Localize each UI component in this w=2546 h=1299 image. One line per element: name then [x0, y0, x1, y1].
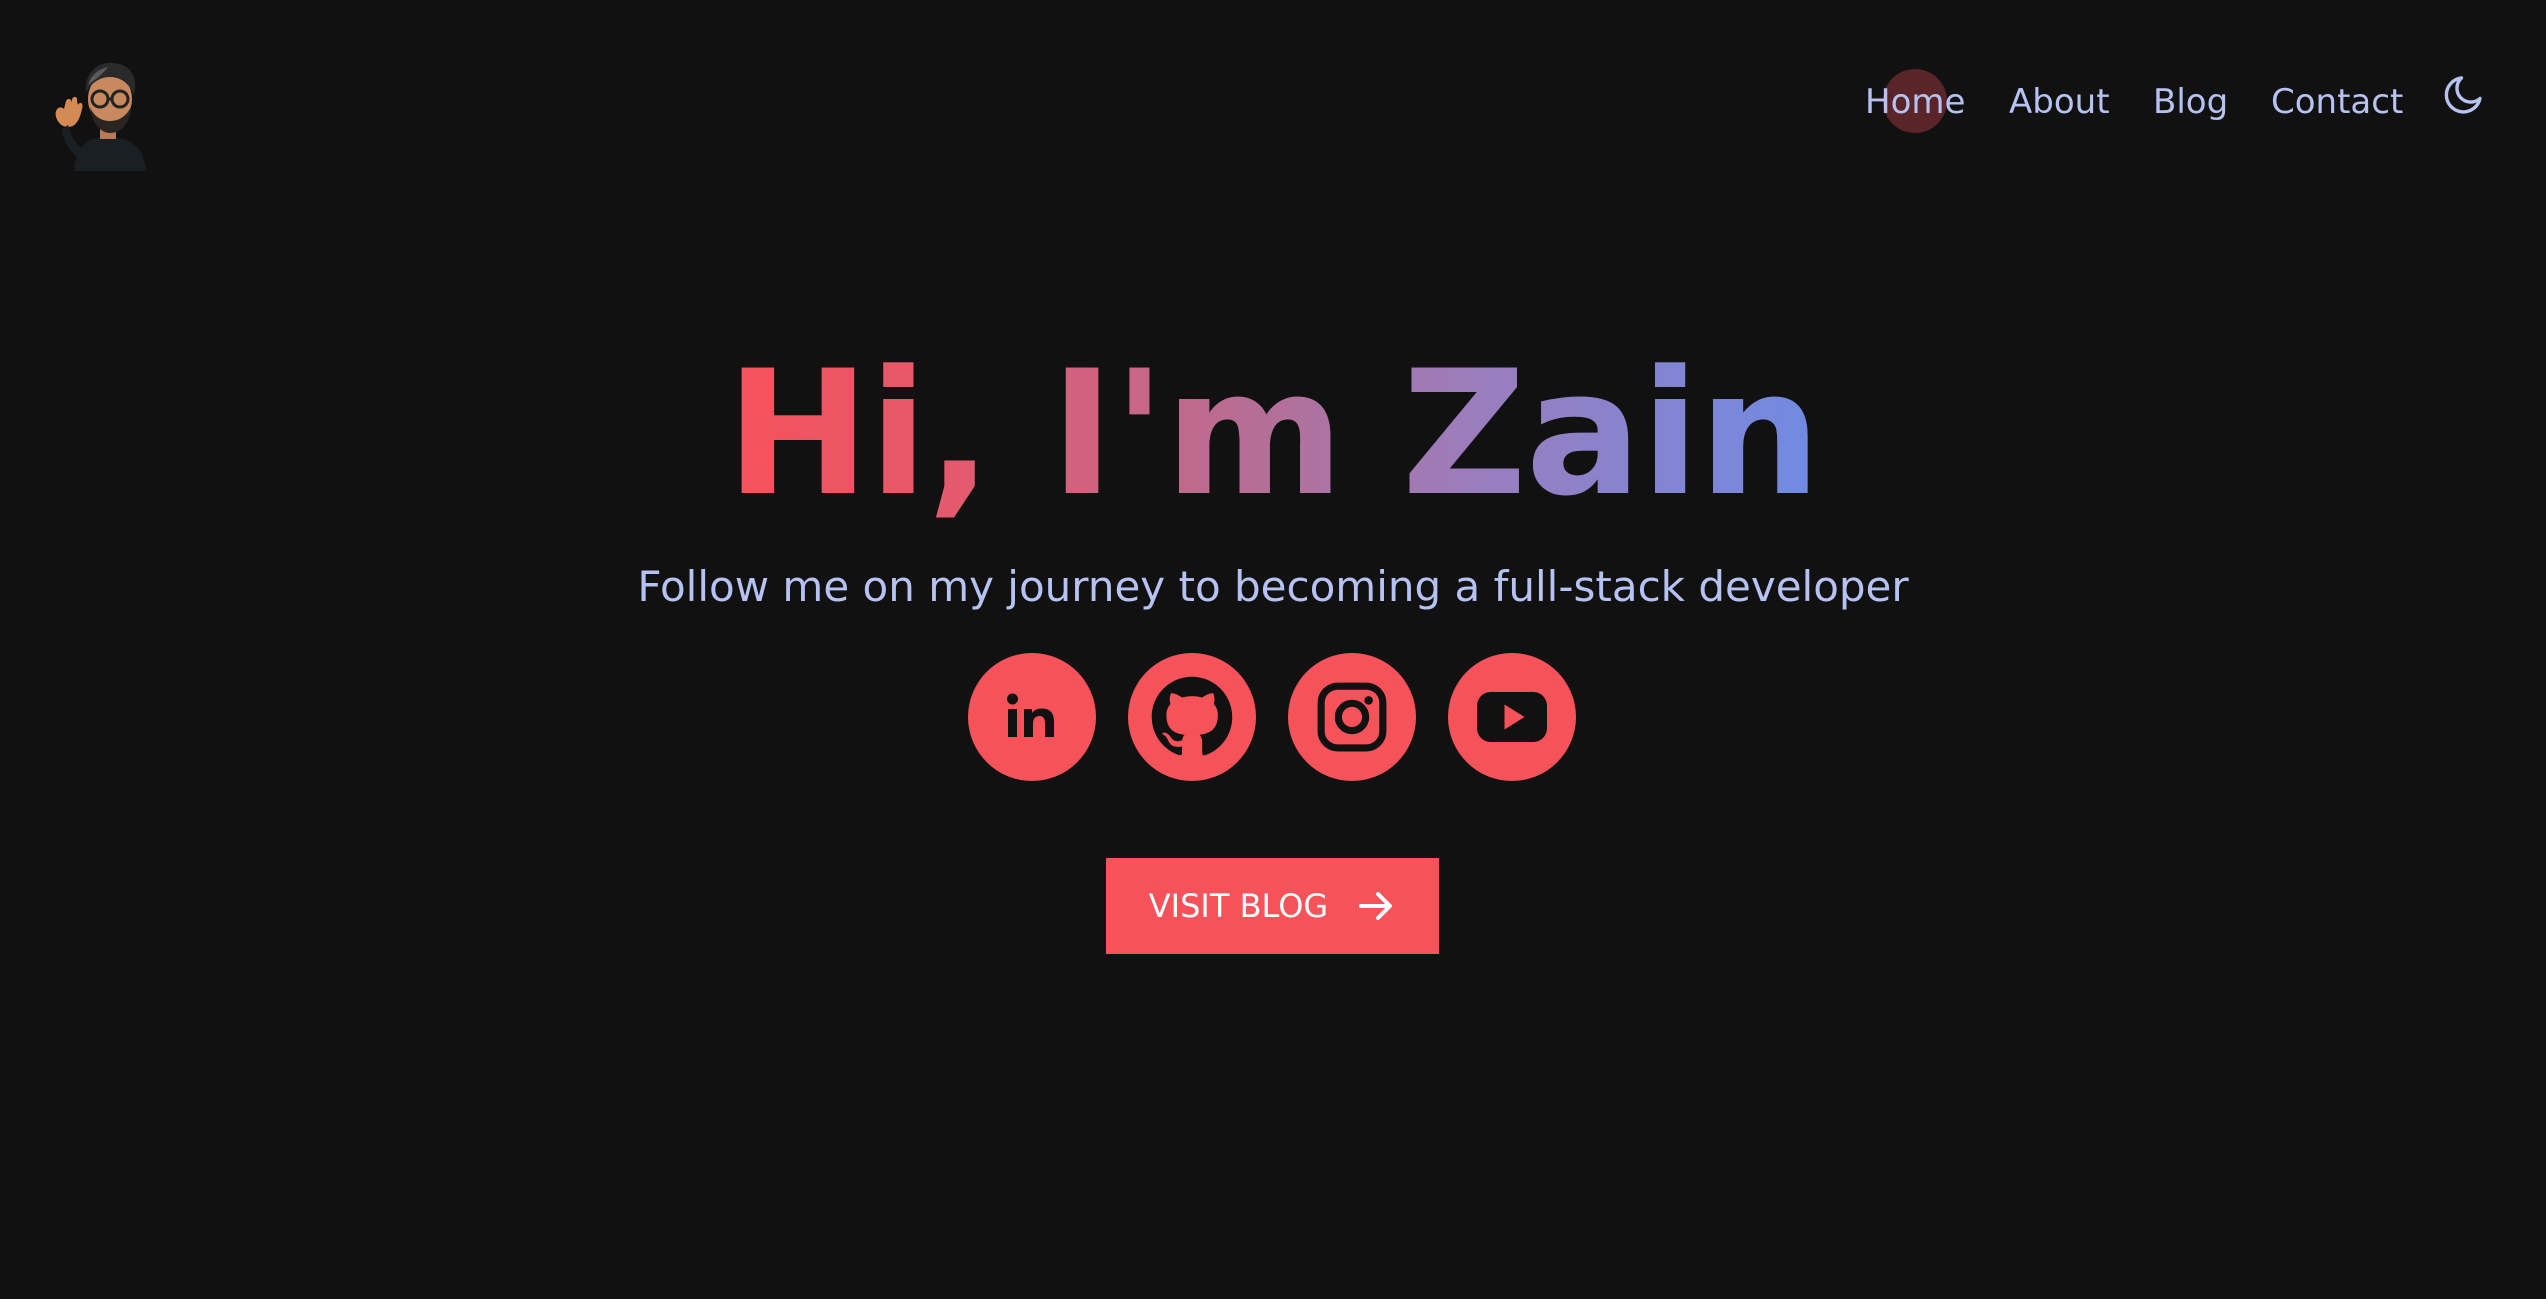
page: Home About Blog Contact Hi, I'm Zain Fol…	[0, 0, 2546, 1299]
nav-blog-link[interactable]: Blog	[2153, 72, 2228, 132]
github-button[interactable]	[1128, 653, 1256, 781]
nav-contact-link[interactable]: Contact	[2271, 72, 2403, 132]
youtube-icon	[1477, 692, 1547, 742]
avatar-logo[interactable]	[52, 55, 156, 171]
hero-subtitle: Follow me on my journey to becoming a fu…	[637, 562, 1909, 611]
visit-blog-label: VISIT BLOG	[1148, 887, 1329, 925]
social-links	[968, 653, 1576, 781]
linkedin-button[interactable]	[968, 653, 1096, 781]
nav-about-link[interactable]: About	[2009, 72, 2110, 132]
nav-home-link[interactable]: Home	[1865, 72, 1965, 132]
visit-blog-button[interactable]: VISIT BLOG	[1106, 858, 1439, 954]
instagram-button[interactable]	[1288, 653, 1416, 781]
moon-icon	[2444, 76, 2482, 114]
theme-toggle-button[interactable]	[2440, 70, 2488, 118]
github-icon	[1151, 676, 1233, 756]
hero-title: Hi, I'm Zain	[0, 334, 2546, 534]
linkedin-icon	[1007, 693, 1054, 737]
youtube-button[interactable]	[1448, 653, 1576, 781]
instagram-icon	[1317, 682, 1387, 752]
arrow-right-icon	[1359, 892, 1393, 920]
